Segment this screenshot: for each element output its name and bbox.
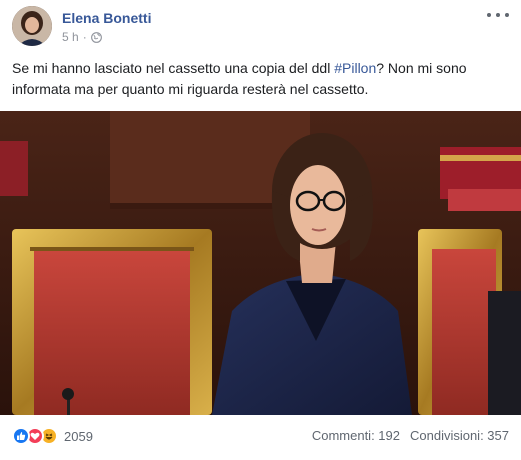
post-photo[interactable] xyxy=(0,111,521,415)
post-text: Se mi hanno lasciato nel cassetto una co… xyxy=(12,58,502,100)
reaction-count: 2059 xyxy=(64,428,93,444)
hashtag-link[interactable]: #Pillon xyxy=(334,60,376,76)
facebook-post: Elena Bonetti 5 h · Se mi hanno lasciato… xyxy=(0,0,521,460)
like-icon xyxy=(12,427,30,445)
reactions-summary[interactable]: 2059 xyxy=(12,427,93,445)
post-text-start: Se mi hanno lasciato nel cassetto una co… xyxy=(12,60,335,76)
meta-separator: · xyxy=(82,30,87,44)
post-header: Elena Bonetti 5 h · xyxy=(12,6,509,48)
globe-icon[interactable] xyxy=(90,31,102,43)
author-name[interactable]: Elena Bonetti xyxy=(62,10,151,26)
post-time[interactable]: 5 h xyxy=(62,30,79,44)
comments-count-link[interactable]: Commenti: 192 xyxy=(312,428,400,443)
post-stats: Commenti: 192 Condivisioni: 357 xyxy=(312,428,509,443)
post-meta: 5 h · xyxy=(62,30,102,44)
shares-count-link[interactable]: Condivisioni: 357 xyxy=(410,428,509,443)
post-footer: 2059 Commenti: 192 Condivisioni: 357 xyxy=(0,415,521,460)
author-avatar[interactable] xyxy=(12,6,52,46)
more-options-icon[interactable] xyxy=(487,8,509,22)
